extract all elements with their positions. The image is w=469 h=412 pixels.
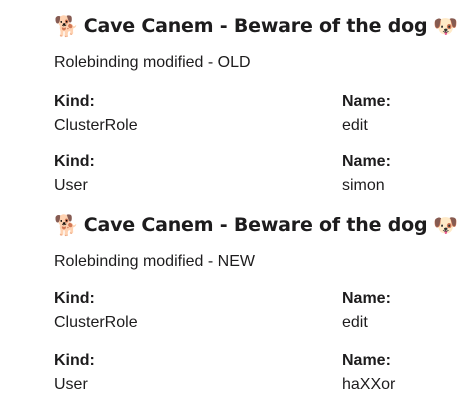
message-old: 🐕 Cave Canem - Beware of the dog 🐶 Roleb… [0,0,469,205]
field-name-2: Name: haXXor [342,349,395,397]
message-title-text: Cave Canem - Beware of the dog [83,214,428,236]
field-value: User [54,376,88,393]
field-label: Name: [342,290,391,307]
field-label: Name: [342,93,391,110]
message-title-text: Cave Canem - Beware of the dog [83,15,428,37]
field-label: Name: [342,153,391,170]
field-kind-1: Kind: ClusterRole [54,287,138,335]
message-title: 🐕 Cave Canem - Beware of the dog 🐶 [54,12,458,40]
field-name-2: Name: simon [342,150,391,198]
field-value: haXXor [342,376,396,393]
field-label: Kind: [54,290,95,307]
field-name-1: Name: edit [342,90,391,138]
field-kind-1: Kind: ClusterRole [54,90,138,138]
message-subtitle: Rolebinding modified - OLD [54,54,251,71]
message-new: 🐕 Cave Canem - Beware of the dog 🐶 Roleb… [0,199,469,412]
dog-icon: 🐕 [54,14,79,38]
dog-face-icon: 🐶 [433,14,459,38]
dog-face-icon: 🐶 [433,213,459,237]
field-value: simon [342,177,385,194]
field-kind-2: Kind: User [54,150,95,198]
field-value: ClusterRole [54,117,138,134]
field-label: Name: [342,352,391,369]
field-value: ClusterRole [54,314,138,331]
field-label: Kind: [54,153,95,170]
dog-icon: 🐕 [54,213,79,237]
message-subtitle: Rolebinding modified - NEW [54,253,255,270]
message-title: 🐕 Cave Canem - Beware of the dog 🐶 [54,211,458,239]
field-label: Kind: [54,352,95,369]
field-name-1: Name: edit [342,287,391,335]
field-value: User [54,177,88,194]
field-label: Kind: [54,93,95,110]
field-kind-2: Kind: User [54,349,95,397]
field-value: edit [342,314,368,331]
field-value: edit [342,117,368,134]
